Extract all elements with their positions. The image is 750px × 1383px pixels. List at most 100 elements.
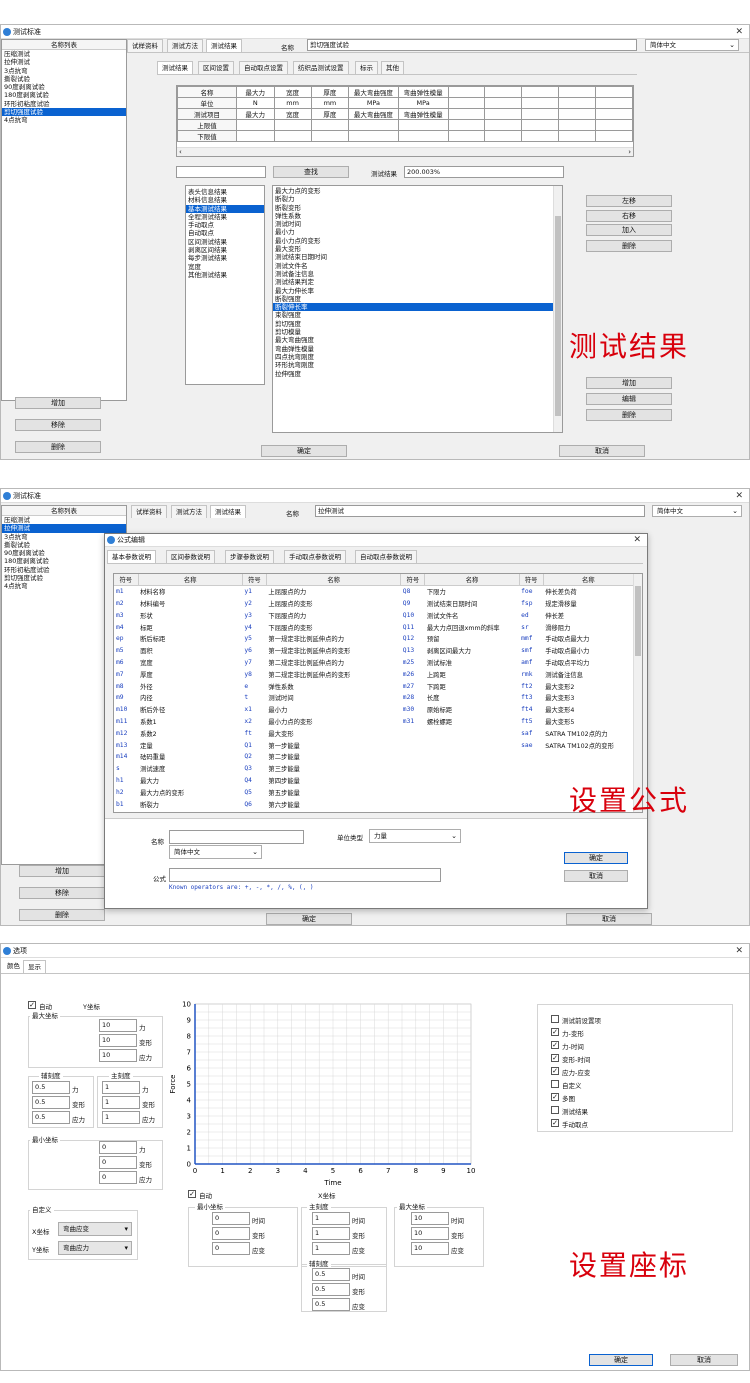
grid-cell[interactable]: 厚度 bbox=[310, 86, 350, 98]
y-max-input[interactable]: 10 bbox=[99, 1049, 137, 1062]
category-list-item[interactable]: 其他测试结果 bbox=[186, 271, 264, 279]
grid-cell[interactable] bbox=[558, 97, 597, 109]
standard-list[interactable]: 名称列表 压缩测试 拉伸测试 3点抗弯 撕裂试验 90度剥离试验 180度剥离试验 环形初粘… bbox=[1, 39, 127, 401]
subtab-test-result[interactable]: 测试结果 bbox=[157, 61, 193, 74]
result-grid[interactable]: 名称 最大力 宽度 厚度 最大弯曲强度 弯曲弹性模量 单位 Nmm mm MPa MPa 测试项目 最大… bbox=[176, 85, 634, 157]
table-row[interactable]: m8 外径 e 弹性系数 m27 下跨距 ft2 最大变形2 bbox=[114, 680, 634, 692]
tab-step-params[interactable]: 步骤参数说明 bbox=[225, 550, 274, 563]
subtab-auto-point-setting[interactable]: 自动取点设置 bbox=[239, 61, 288, 74]
dialog-cancel-button[interactable]: 取消 bbox=[564, 870, 628, 882]
option-checkbox[interactable] bbox=[551, 1106, 559, 1114]
y-min-input[interactable]: 0 bbox=[99, 1156, 137, 1169]
grid-cell[interactable]: 弯曲弹性模量 bbox=[397, 108, 449, 120]
delete-result-button[interactable]: 删除 bbox=[586, 409, 672, 421]
standard-list-item[interactable]: 撕裂试验 bbox=[2, 75, 126, 83]
grid-cell[interactable]: 弯曲弹性模量 bbox=[397, 86, 449, 98]
table-row[interactable]: m12 系数2 ft 最大变形 saf SATRA TM102点的力 bbox=[114, 727, 634, 739]
grid-cell[interactable] bbox=[447, 86, 486, 98]
option-checkbox[interactable] bbox=[551, 1080, 559, 1088]
result-list-item[interactable]: 剪切强度 bbox=[273, 320, 562, 328]
result-list-item[interactable]: 最大力伸长率 bbox=[273, 287, 562, 295]
grid-cell[interactable] bbox=[595, 97, 633, 109]
table-row[interactable]: m6 宽度 y7 第二规定非比例延伸点的力 m25 测试标准 amf 手动取点平均力 bbox=[114, 657, 634, 669]
result-list-item[interactable]: 测试结果判定 bbox=[273, 278, 562, 286]
grid-cell[interactable]: 最大弯曲强度 bbox=[348, 108, 399, 120]
tab-test-result[interactable]: 测试结果 bbox=[206, 39, 242, 52]
cancel-button[interactable]: 取消 bbox=[559, 445, 645, 457]
table-row[interactable]: h2 最大力点的变形 Q5 第五步能量 bbox=[114, 786, 634, 798]
grid-cell[interactable]: N bbox=[236, 97, 275, 109]
result-list-item[interactable]: 环形抗弯刚度 bbox=[273, 361, 562, 369]
search-input[interactable] bbox=[176, 166, 266, 178]
table-row[interactable]: m14 砝码重量 Q2 第二步能量 bbox=[114, 751, 634, 763]
custom-y-select[interactable]: 弯曲应力 ▾ bbox=[58, 1241, 132, 1255]
language-select[interactable]: 简体中文 ⌄ bbox=[645, 39, 739, 51]
grid-cell[interactable]: 最大力 bbox=[236, 86, 275, 98]
x-auto-checkbox[interactable]: ✓ bbox=[188, 1190, 196, 1198]
table-row[interactable]: m9 内径 t 测试时间 m28 长度 ft3 最大变形3 bbox=[114, 692, 634, 704]
tab-sample-info[interactable]: 试样资料 bbox=[131, 505, 167, 518]
grid-cell[interactable] bbox=[558, 119, 597, 131]
scroll-right-icon[interactable]: › bbox=[628, 148, 631, 156]
grid-cell[interactable] bbox=[595, 86, 633, 98]
grid-cell[interactable] bbox=[310, 130, 350, 142]
grid-cell[interactable] bbox=[521, 108, 560, 120]
subtab-mark[interactable]: 标示 bbox=[355, 61, 378, 74]
option-checkbox[interactable]: ✓ bbox=[551, 1067, 559, 1075]
grid-cell[interactable] bbox=[521, 97, 560, 109]
dialog-language-select[interactable]: 简体中文 ⌄ bbox=[169, 845, 262, 859]
grid-cell[interactable] bbox=[447, 130, 486, 142]
option-checkbox[interactable]: ✓ bbox=[551, 1028, 559, 1036]
table-row[interactable]: m11 系数1 x2 最小力点的变形 m31 螺栓螺距 ft5 最大变形5 bbox=[114, 716, 634, 728]
subtab-textile-setting[interactable]: 纺织品测试设置 bbox=[293, 61, 349, 74]
grid-cell[interactable] bbox=[236, 130, 275, 142]
category-list-item[interactable]: 宽度 bbox=[186, 263, 264, 271]
add-standard-button[interactable]: 增加 bbox=[19, 865, 105, 877]
tab-test-method[interactable]: 测试方法 bbox=[167, 39, 203, 52]
y-aux-input[interactable]: 0.5 bbox=[32, 1081, 70, 1094]
grid-cell[interactable] bbox=[558, 108, 597, 120]
grid-cell[interactable]: MPa bbox=[348, 97, 399, 109]
result-list-item[interactable]: 弹性系数 bbox=[273, 212, 562, 220]
grid-cell[interactable] bbox=[484, 86, 523, 98]
grid-cell[interactable] bbox=[595, 130, 633, 142]
grid-cell[interactable] bbox=[558, 130, 597, 142]
grid-cell[interactable] bbox=[348, 119, 399, 131]
result-list-item[interactable]: 最小力点的变形 bbox=[273, 237, 562, 245]
standard-list-item[interactable]: 拉伸测试 bbox=[2, 58, 126, 66]
x-min-input[interactable]: 0 bbox=[212, 1212, 250, 1225]
y-aux-input[interactable]: 0.5 bbox=[32, 1111, 70, 1124]
grid-cell[interactable] bbox=[595, 108, 633, 120]
tab-test-result[interactable]: 测试结果 bbox=[210, 505, 246, 518]
close-icon[interactable]: ✕ bbox=[633, 534, 641, 547]
custom-x-select[interactable]: 弯曲应变 ▾ bbox=[58, 1222, 132, 1236]
parameter-table-scroll-thumb[interactable] bbox=[635, 586, 641, 656]
y-max-input[interactable]: 10 bbox=[99, 1034, 137, 1047]
grid-cell[interactable] bbox=[521, 130, 560, 142]
add-item-button[interactable]: 加入 bbox=[586, 224, 672, 236]
result-list-item[interactable]: 测试时间 bbox=[273, 220, 562, 228]
grid-cell[interactable] bbox=[310, 119, 350, 131]
search-button[interactable]: 查找 bbox=[273, 166, 349, 178]
delete-standard-button[interactable]: 删除 bbox=[19, 909, 105, 921]
category-list-item[interactable]: 自动取点 bbox=[186, 229, 264, 237]
grid-cell[interactable]: 最大力 bbox=[236, 108, 275, 120]
move-left-button[interactable]: 左移 bbox=[586, 195, 672, 207]
grid-cell[interactable]: mm bbox=[310, 97, 350, 109]
grid-cell[interactable]: 宽度 bbox=[273, 108, 312, 120]
y-aux-input[interactable]: 0.5 bbox=[32, 1096, 70, 1109]
ok-button[interactable]: 确定 bbox=[261, 445, 347, 457]
item-list-scroll-thumb[interactable] bbox=[555, 216, 561, 416]
x-main-input[interactable]: 1 bbox=[312, 1242, 350, 1255]
y-auto-checkbox[interactable]: ✓ bbox=[28, 1001, 36, 1009]
category-list-item[interactable]: 全程测试结果 bbox=[186, 213, 264, 221]
grid-cell[interactable] bbox=[484, 97, 523, 109]
scroll-left-icon[interactable]: ‹ bbox=[179, 148, 182, 156]
result-list-item[interactable]: 测试结束日期时间 bbox=[273, 253, 562, 261]
standard-list-item[interactable]: 3点抗弯 bbox=[2, 67, 126, 75]
remove-item-button[interactable]: 删除 bbox=[586, 240, 672, 252]
add-standard-button[interactable]: 增加 bbox=[15, 397, 101, 409]
standard-list-item[interactable]: 环形初粘度试验 bbox=[2, 100, 126, 108]
y-min-input[interactable]: 0 bbox=[99, 1171, 137, 1184]
cancel-button[interactable]: 取消 bbox=[566, 913, 652, 925]
